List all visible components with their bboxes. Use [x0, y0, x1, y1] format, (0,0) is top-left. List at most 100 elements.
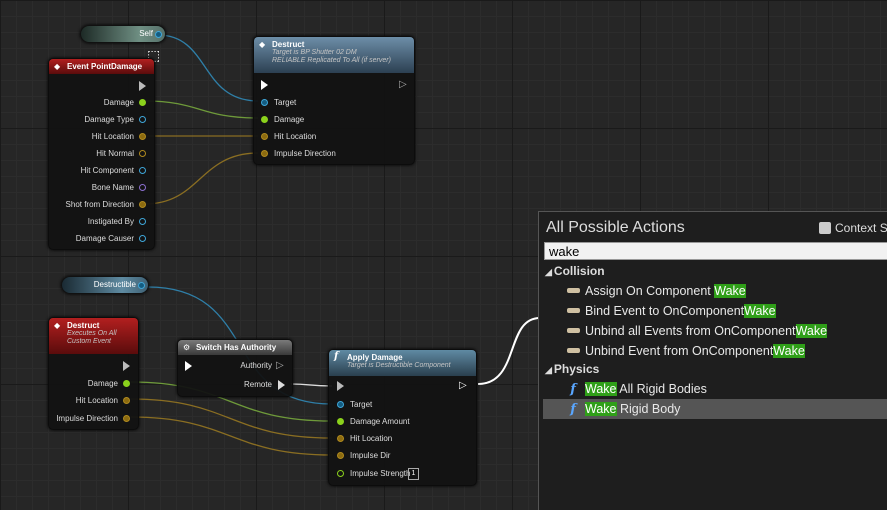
action-text: Rigid Body	[616, 402, 681, 416]
destructible-output-pin[interactable]	[138, 282, 145, 289]
switch-has-authority-header: ⚙ Switch Has Authority	[178, 340, 292, 355]
exec-input-pin[interactable]	[185, 361, 192, 371]
action-text: All Rigid Bodies	[616, 382, 707, 396]
destruct-event-title: Destruct	[67, 321, 100, 330]
pin-label: Remote	[243, 380, 272, 389]
exec-output-pin[interactable]	[139, 81, 146, 91]
damage-pin[interactable]	[139, 99, 146, 106]
hit-location-pin[interactable]	[337, 435, 344, 442]
pin-label: Damage Causer	[75, 234, 134, 243]
pin-label: Impulse Strength	[350, 469, 411, 478]
damage-type-pin[interactable]	[139, 116, 146, 123]
destruct-call-subtitle: Target is BP Shutter 02 DM	[272, 49, 357, 56]
hit-normal-pin[interactable]	[139, 150, 146, 157]
hit-location-pin[interactable]	[261, 133, 268, 140]
exec-output-pin[interactable]: ▷	[459, 381, 467, 391]
impulse-direction-pin[interactable]	[123, 415, 130, 422]
pin-label: Hit Location	[91, 132, 134, 141]
exec-input-pin[interactable]	[261, 80, 268, 90]
pin-label: Impulse Direction	[274, 149, 336, 158]
category-physics[interactable]: ◢ Physics	[545, 362, 599, 376]
destruct-event-subtitle: Executes On All	[67, 330, 117, 337]
destruct-call-title: Destruct	[272, 40, 305, 49]
event-point-damage-header: ◆ Event PointDamage	[49, 59, 154, 74]
exec-input-pin[interactable]	[337, 381, 344, 391]
action-unbind-all-events-from-oncomponentwake[interactable]: Unbind all Events from OnComponentWake	[567, 322, 828, 340]
damage-causer-pin[interactable]	[139, 235, 146, 242]
action-unbind-event-from-oncomponentwake[interactable]: Unbind Event from OnComponentWake	[567, 342, 805, 360]
pin-label: Impulse Direction	[56, 414, 118, 423]
damage-amount-pin[interactable]	[337, 418, 344, 425]
instigated-by-pin[interactable]	[139, 218, 146, 225]
apply-damage-header: f Apply Damage Target is Destructible Co…	[329, 350, 476, 376]
impulse-direction-pin[interactable]	[261, 150, 268, 157]
search-input[interactable]: wake	[544, 242, 887, 260]
pin-label: Damage	[274, 115, 305, 124]
diamond-icon: ◆	[54, 62, 61, 71]
hit-component-pin[interactable]	[139, 167, 146, 174]
action-text: Bind Event to OnComponent	[585, 304, 745, 318]
pin-label: Hit Normal	[96, 149, 134, 158]
switch-has-authority-node[interactable]: ⚙ Switch Has Authority Authority ▷ Remot…	[177, 339, 293, 397]
exec-output-pin[interactable]: ▷	[399, 80, 407, 90]
minus-bar-icon	[567, 322, 580, 340]
category-collision[interactable]: ◢ Collision	[545, 264, 605, 278]
self-output-pin[interactable]	[155, 31, 162, 38]
match-highlight: Wake	[795, 324, 828, 338]
menu-title: All Possible Actions	[546, 219, 685, 236]
impulse-dir-pin[interactable]	[337, 452, 344, 459]
triangle-down-icon: ◢	[545, 365, 552, 375]
action-wake-rigid-body[interactable]: f Wake Rigid Body	[567, 400, 680, 418]
context-label: Context S	[835, 221, 887, 235]
damage-pin[interactable]	[123, 380, 130, 387]
match-highlight: Wake	[585, 382, 617, 396]
destruct-call-node[interactable]: ◆ Destruct Target is BP Shutter 02 DM RE…	[253, 36, 415, 165]
destruct-event-node[interactable]: ◆ Destruct Executes On All Custom Event …	[48, 317, 139, 430]
authority-exec-pin[interactable]: ▷	[276, 361, 284, 371]
damage-pin[interactable]	[261, 116, 268, 123]
apply-damage-node[interactable]: f Apply Damage Target is Destructible Co…	[328, 349, 477, 486]
minus-bar-icon	[567, 282, 580, 300]
self-label: Self	[139, 29, 153, 38]
action-assign-on-component-wake[interactable]: Assign On Component Wake	[567, 282, 746, 300]
exec-output-pin[interactable]	[123, 361, 130, 371]
context-sensitive-checkbox[interactable]: Context S	[819, 221, 887, 235]
self-node[interactable]: Self	[80, 25, 166, 43]
hit-location-pin[interactable]	[139, 133, 146, 140]
minus-bar-icon	[567, 302, 580, 320]
pin-label: Bone Name	[91, 183, 134, 192]
gear-icon: ⚙	[183, 343, 191, 352]
hit-location-pin[interactable]	[123, 397, 130, 404]
pin-label: Hit Component	[80, 166, 134, 175]
remote-exec-pin[interactable]	[278, 380, 285, 390]
triangle-down-icon: ◢	[545, 267, 552, 277]
match-highlight: Wake	[585, 402, 617, 416]
destruct-call-subtitle: RELIABLE Replicated To All (if server)	[272, 57, 391, 64]
destruct-call-header: ◆ Destruct Target is BP Shutter 02 DM RE…	[254, 37, 414, 73]
target-pin[interactable]	[261, 99, 268, 106]
pin-label: Hit Location	[274, 132, 317, 141]
pin-label: Shot from Direction	[65, 200, 134, 209]
diamond-icon: ◆	[54, 321, 61, 330]
event-point-damage-title: Event PointDamage	[67, 62, 143, 71]
category-label: Collision	[553, 264, 605, 278]
function-icon: f	[570, 402, 576, 417]
shot-from-direction-pin[interactable]	[139, 201, 146, 208]
pin-label: Target	[274, 98, 297, 107]
match-highlight: Wake	[773, 344, 805, 358]
destruct-event-header: ◆ Destruct Executes On All Custom Event	[49, 318, 138, 354]
diamond-icon: ◆	[259, 40, 266, 49]
pin-label: Impulse Dir	[350, 451, 391, 460]
impulse-strength-pin[interactable]	[337, 470, 344, 477]
apply-damage-subtitle: Target is Destructible Component	[347, 362, 451, 369]
impulse-strength-input[interactable]: 1	[408, 468, 419, 480]
event-point-damage-node[interactable]: ◆ Event PointDamage Damage Damage Type H…	[48, 58, 155, 250]
target-pin[interactable]	[337, 401, 344, 408]
destructible-label: Destructible	[93, 280, 136, 289]
pin-label: Damage	[103, 98, 134, 107]
all-possible-actions-menu[interactable]: All Possible Actions Context S wake ◢ Col…	[538, 211, 887, 510]
bone-name-pin[interactable]	[139, 184, 146, 191]
action-bind-event-to-oncomponentwake[interactable]: Bind Event to OnComponentWake	[567, 302, 776, 320]
action-wake-all-rigid-bodies[interactable]: f Wake All Rigid Bodies	[567, 380, 707, 398]
destructible-node[interactable]: Destructible	[61, 276, 149, 294]
